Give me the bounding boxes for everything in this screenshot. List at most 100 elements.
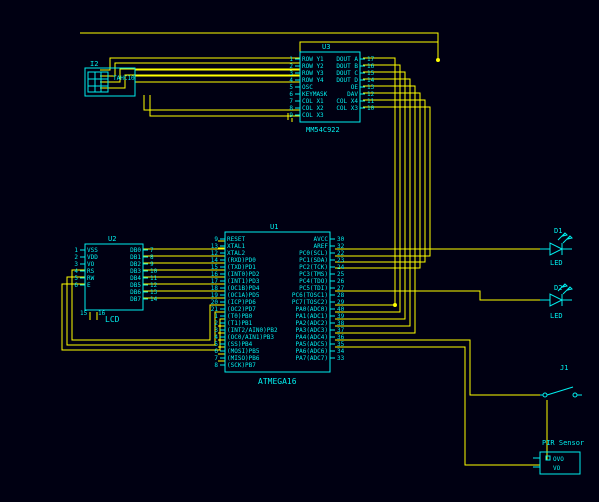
svg-text:DOUT B: DOUT B [336,63,358,70]
svg-text:4: 4 [289,77,293,84]
component-j1: J1 [540,364,582,397]
svg-text:11: 11 [150,275,158,282]
svg-text:DB0: DB0 [130,247,141,254]
svg-text:(OC0/AIN1)PB3: (OC0/AIN1)PB3 [227,334,274,341]
svg-text:14: 14 [367,77,375,84]
u2-ref: U2 [108,235,116,243]
svg-text:6: 6 [289,91,293,98]
svg-text:E: E [87,282,91,289]
svg-text:DB1: DB1 [130,254,141,261]
svg-text:VO: VO [553,465,561,472]
svg-text:(MOSI)PB5: (MOSI)PB5 [227,348,260,355]
svg-text:16: 16 [367,63,375,70]
svg-text:3: 3 [214,327,218,334]
svg-text:23: 23 [337,257,345,264]
svg-text:2: 2 [214,320,218,327]
svg-text:14: 14 [150,296,158,303]
svg-text:30: 30 [337,236,345,243]
svg-text:VDD: VDD [87,254,98,261]
svg-text:DB5: DB5 [130,282,141,289]
svg-text:32: 32 [337,243,345,250]
svg-text:DB7: DB7 [130,296,141,303]
svg-text:5: 5 [289,84,293,91]
svg-text:9: 9 [214,236,218,243]
svg-text:(SS)PB4: (SS)PB4 [227,341,253,348]
component-u2: U2 LCD VSS1VDD2VO3RS4RW5E6DB07DB18DB29DB… [74,235,157,324]
svg-text:DB6: DB6 [130,289,141,296]
svg-text:26: 26 [337,278,345,285]
svg-text:VSS: VSS [87,247,98,254]
svg-text:ROW Y3: ROW Y3 [302,70,324,77]
svg-text:37: 37 [337,327,345,334]
svg-text:PA3(ADC3): PA3(ADC3) [295,327,328,334]
svg-text:8: 8 [150,254,154,261]
svg-text:10: 10 [150,268,158,275]
svg-text:11: 11 [367,98,375,105]
svg-text:PIR Sensor: PIR Sensor [542,439,584,447]
svg-text:ROW Y2: ROW Y2 [302,63,324,70]
svg-text:8: 8 [214,362,218,369]
svg-text:6: 6 [214,348,218,355]
svg-text:COL X1: COL X1 [302,98,324,105]
svg-text:DB3: DB3 [130,268,141,275]
svg-text:15: 15 [80,310,88,317]
svg-text:5: 5 [74,275,78,282]
svg-text:PC0(SCL): PC0(SCL) [299,250,328,257]
svg-text:(RXD)PD0: (RXD)PD0 [227,257,256,264]
svg-text:AVCC: AVCC [314,236,329,243]
svg-text:COL X4: COL X4 [336,98,358,105]
svg-text:3: 3 [289,70,293,77]
svg-text:6: 6 [74,282,78,289]
svg-text:9: 9 [150,261,154,268]
svg-text:2: 2 [74,254,78,261]
svg-text:7: 7 [289,98,293,105]
svg-text:15: 15 [211,264,219,271]
svg-text:33: 33 [337,355,345,362]
u1-part: ATMEGA16 [258,377,297,386]
svg-text:COL X3: COL X3 [302,112,324,119]
svg-text:(OC1B)PD4: (OC1B)PD4 [227,285,260,292]
component-pir: PIR Sensor OVO VO [533,439,584,474]
svg-text:(OC2)PD7: (OC2)PD7 [227,306,256,313]
svg-text:(ICP)PD6: (ICP)PD6 [227,299,256,306]
svg-text:36: 36 [337,334,345,341]
svg-text:7: 7 [214,355,218,362]
svg-text:3: 3 [74,261,78,268]
svg-text:PA0(ADC0): PA0(ADC0) [295,306,328,313]
svg-text:PC1(SDA): PC1(SDA) [299,257,328,264]
svg-text:(OC1A)PD5: (OC1A)PD5 [227,292,260,299]
svg-text:OE: OE [351,84,359,91]
svg-text:20: 20 [211,299,219,306]
i2-ref: I2 [90,60,98,68]
svg-text:PA1(ADC1): PA1(ADC1) [295,313,328,320]
svg-text:DB2: DB2 [130,261,141,268]
u3-ref: U3 [322,43,330,51]
svg-text:XTAL1: XTAL1 [227,243,245,250]
svg-text:RESET: RESET [227,236,245,243]
svg-text:8: 8 [289,105,293,112]
svg-text:RS: RS [87,268,95,275]
svg-text:LED: LED [550,259,563,267]
svg-text:12: 12 [150,282,158,289]
component-d1: D1 LED [540,227,572,267]
svg-text:VO: VO [87,261,95,268]
svg-text:12: 12 [367,91,375,98]
svg-text:OSC: OSC [302,84,313,91]
component-d2: D2 LED [540,284,572,320]
svg-text:19: 19 [211,292,219,299]
svg-text:LED: LED [550,312,563,320]
svg-text:(INT2/AIN0)PB2: (INT2/AIN0)PB2 [227,327,278,334]
svg-text:14: 14 [211,257,219,264]
svg-text:(INT1)PD3: (INT1)PD3 [227,278,260,285]
svg-text:1: 1 [214,313,218,320]
svg-text:35: 35 [337,341,345,348]
svg-text:25: 25 [337,271,345,278]
svg-text:16: 16 [98,310,106,317]
svg-text:PA5(ADC5): PA5(ADC5) [295,341,328,348]
svg-text:PC3(TMS): PC3(TMS) [299,271,328,278]
svg-text:OVO: OVO [553,456,564,463]
svg-text:10: 10 [367,105,375,112]
svg-text:PA2(ADC2): PA2(ADC2) [295,320,328,327]
svg-text:39: 39 [337,313,345,320]
svg-text:PA4(ADC4): PA4(ADC4) [295,334,328,341]
